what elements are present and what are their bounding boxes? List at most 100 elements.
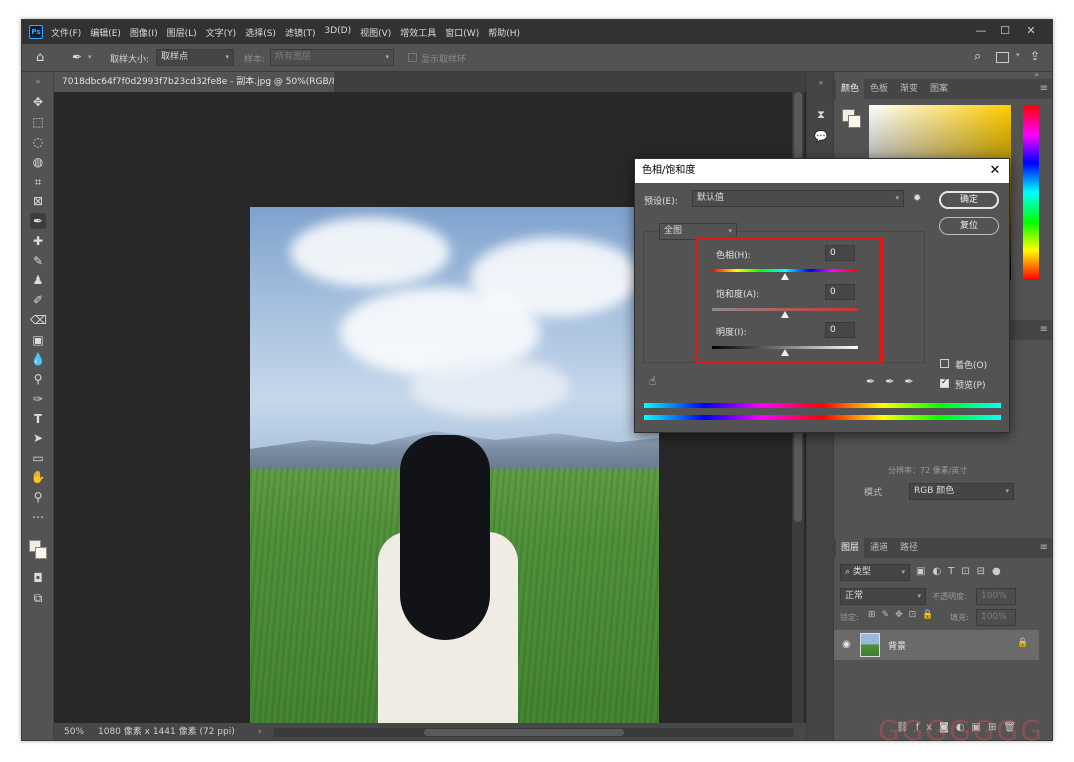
preset-dropdown[interactable]: 默认值 ▾ [692,190,904,207]
menu-filter[interactable]: 滤镜(T) [285,26,316,39]
eraser-tool-icon[interactable]: ⌫ [30,312,47,328]
search-icon[interactable]: ⌕ [974,49,981,64]
reset-button[interactable]: 复位 [939,217,999,235]
lasso-tool-icon[interactable]: ◌ [30,134,46,150]
colorize-checkbox[interactable] [940,359,949,368]
tab-color[interactable]: 颜色 [836,79,865,99]
document-image[interactable] [250,207,659,740]
tab-paths[interactable]: 路径 [895,538,923,558]
minimize-button[interactable]: — [970,22,992,40]
cloud [290,217,450,287]
hand-adjust-icon[interactable]: ☝ [649,374,656,388]
visibility-eye-icon[interactable]: ◉ [842,639,851,650]
collapse-strip-icon[interactable]: « [814,76,828,90]
layer-name[interactable]: 背景 [888,639,906,652]
panel-menu-icon[interactable]: ≡ [1040,83,1048,94]
workspace-icon[interactable] [996,52,1009,63]
pen-tool-icon[interactable]: ✑ [30,391,46,407]
eyedropper-tool-icon[interactable]: ✒ [30,213,46,229]
chevron-down-icon[interactable]: ▾ [1016,51,1020,59]
menu-file[interactable]: 文件(F) [51,26,81,39]
blend-mode-dropdown[interactable]: 正常 ▾ [840,588,926,605]
type-tool-icon[interactable]: T [30,411,46,427]
brush-tool-icon[interactable]: ✎ [30,253,46,269]
menu-type[interactable]: 文字(Y) [206,26,237,39]
screen-mode-icon[interactable]: ⧉ [30,590,46,606]
dodge-tool-icon[interactable]: ⚲ [30,371,46,387]
frame-tool-icon[interactable]: ⊠ [30,193,46,209]
menu-3d[interactable]: 3D(D) [324,26,351,39]
sample-dropdown[interactable]: 所有图层 ▾ [270,49,394,66]
tab-swatches[interactable]: 色板 [865,79,893,99]
menu-layer[interactable]: 图层(L) [167,26,197,39]
menu-view[interactable]: 视图(V) [360,26,391,39]
tab-channels[interactable]: 通道 [865,538,893,558]
horizontal-scroll-thumb[interactable] [424,729,624,736]
eyedropper-preset-icon[interactable]: ✒ [72,50,82,64]
tab-gradients[interactable]: 渐变 [895,79,923,99]
chevron-down-icon: ▾ [225,53,229,61]
healing-brush-tool-icon[interactable]: ✚ [30,233,46,249]
photoshop-logo: Ps [29,25,43,39]
more-tools-icon[interactable]: ⋯ [30,509,46,525]
blur-tool-icon[interactable]: 💧 [30,351,46,367]
zoom-tool-icon[interactable]: ⚲ [30,489,46,505]
collapse-panels-icon[interactable]: » [1034,70,1039,79]
ok-button[interactable]: 确定 [939,191,999,209]
show-ring-checkbox[interactable] [408,53,417,62]
fill-field[interactable]: 100% [976,609,1016,626]
marquee-tool-icon[interactable]: ⬚ [30,114,46,130]
move-tool-icon[interactable]: ✥ [30,94,46,110]
menu-edit[interactable]: 编辑(E) [90,26,121,39]
quick-mask-icon[interactable]: ◘ [30,570,46,586]
document-tab[interactable]: 7018dbc64f7f0d2993f7b23cd32fe8e - 副本.jpg… [54,72,334,92]
dialog-close-icon[interactable]: ✕ [985,159,1005,183]
collapse-toolbar-icon[interactable]: » [30,74,46,90]
menu-plugins[interactable]: 增效工具 [400,26,436,39]
menu-image[interactable]: 图像(I) [130,26,158,39]
background-color-chip[interactable] [848,115,861,128]
mode-dropdown[interactable]: RGB 颜色 ▾ [909,483,1014,500]
path-selection-tool-icon[interactable]: ➤ [30,430,46,446]
menu-help[interactable]: 帮助(H) [488,26,520,39]
gear-icon[interactable]: ✹ [913,193,921,204]
eyedropper-icons[interactable]: ✒✒✒ [866,375,924,388]
sample-size-label: 取样大小: [110,55,150,65]
menu-window[interactable]: 窗口(W) [445,26,479,39]
opacity-field[interactable]: 100% [976,588,1016,605]
background-color-swatch[interactable] [35,547,47,559]
panel-menu-icon[interactable]: ≡ [1040,324,1048,335]
tab-patterns[interactable]: 图案 [925,79,953,99]
comments-icon[interactable]: 💬 [814,130,828,144]
hue-slider[interactable] [1023,105,1039,280]
history-brush-tool-icon[interactable]: ✐ [30,292,46,308]
horizontal-scrollbar[interactable] [274,728,794,737]
lock-icons[interactable]: ⊞✎✥⊡🔒 [868,610,939,620]
menu-select[interactable]: 选择(S) [245,26,276,39]
close-window-button[interactable]: ✕ [1020,22,1042,40]
rectangle-tool-icon[interactable]: ▭ [30,450,46,466]
crop-tool-icon[interactable]: ⌗ [30,174,46,190]
document-info[interactable]: 1080 像素 x 1441 像素 (72 ppi) [98,723,235,740]
share-icon[interactable]: ⇪ [1030,49,1040,63]
maximize-button[interactable]: ☐ [994,22,1016,40]
layer-filter-dropdown[interactable]: ⌕ 类型 ▾ [840,564,910,581]
history-icon[interactable]: ⧗ [814,108,828,122]
chevron-right-icon[interactable]: › [258,723,262,740]
sample-size-dropdown[interactable]: 取样点 ▾ [156,49,234,66]
color-panel-tabs: 颜色 色板 渐变 图案 ≡ [834,79,1052,99]
chevron-down-icon: ▾ [901,568,905,576]
home-icon[interactable]: ⌂ [36,50,44,65]
hand-tool-icon[interactable]: ✋ [30,469,46,485]
clone-stamp-tool-icon[interactable]: ♟ [30,272,46,288]
tab-layers[interactable]: 图层 [836,538,865,558]
zoom-level[interactable]: 50% [64,723,84,740]
quick-selection-tool-icon[interactable]: ◍ [30,154,46,170]
layer-filter-icons[interactable]: ▣◐T⊡⊟● [916,566,1008,577]
gradient-tool-icon[interactable]: ▣ [30,332,46,348]
layer-row-background[interactable]: ◉ 背景 🔒 [834,630,1039,660]
chevron-down-icon[interactable]: ▾ [88,53,92,61]
preview-checkbox[interactable] [940,377,949,388]
panel-menu-icon[interactable]: ≡ [1040,542,1048,553]
preset-value: 默认值 [697,193,725,203]
